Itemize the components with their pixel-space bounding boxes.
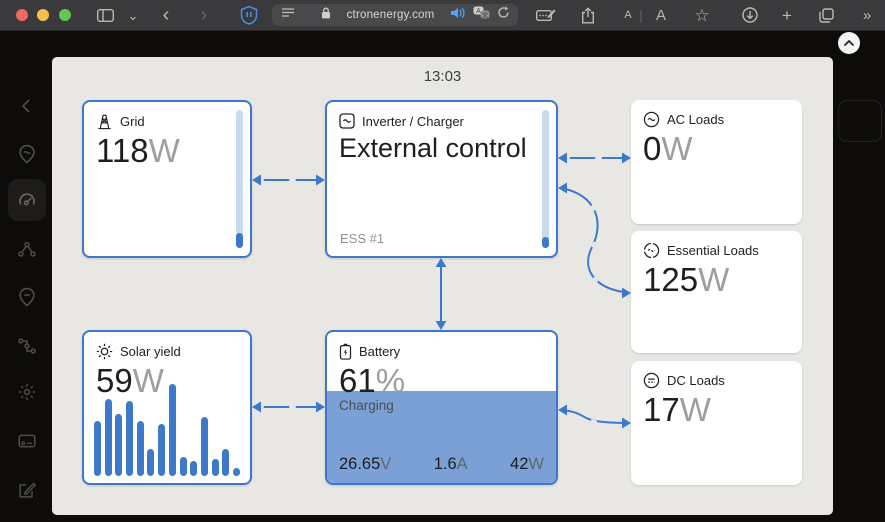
solar-bar xyxy=(190,461,197,476)
inverter-state: External control xyxy=(339,131,544,166)
tab-overview-icon[interactable] xyxy=(815,0,837,30)
sun-icon xyxy=(96,343,113,360)
sidebar-network-icon[interactable] xyxy=(17,336,37,356)
grid-label: Grid xyxy=(120,114,145,129)
inverter-level-gauge xyxy=(542,110,549,248)
dc-loads-icon xyxy=(643,372,660,389)
solar-bar xyxy=(105,399,112,476)
sidebar-dashboard-icon[interactable] xyxy=(17,190,37,210)
sidebar-settings-gear-icon[interactable] xyxy=(17,382,37,402)
solar-bar xyxy=(147,449,154,476)
solar-label: Solar yield xyxy=(120,344,181,359)
dc-loads-label: DC Loads xyxy=(667,373,725,388)
screen: ⌄ ‹ › ctronenergy.com A文 xyxy=(0,0,885,522)
close-window-button[interactable] xyxy=(16,9,28,21)
grid-level-gauge xyxy=(236,110,243,248)
sidebar-gps-pin-icon[interactable] xyxy=(17,287,37,307)
bookmark-star-icon[interactable]: ☆ xyxy=(692,0,712,30)
ac-loads-value: 0 xyxy=(643,130,661,167)
solar-yield-card[interactable]: Solar yield 59W xyxy=(82,330,252,485)
ac-loads-label: AC Loads xyxy=(667,112,724,127)
sidebar-toggle-icon[interactable] xyxy=(94,0,116,30)
sidebar-back-icon[interactable] xyxy=(17,96,37,116)
solar-bar xyxy=(212,459,219,476)
sidebar-device-icon[interactable] xyxy=(17,431,37,451)
decrease-font-button[interactable]: A xyxy=(620,0,636,30)
inverter-icon xyxy=(339,113,355,129)
reader-icon[interactable] xyxy=(281,6,295,24)
inverter-label: Inverter / Charger xyxy=(362,114,464,129)
essential-loads-card[interactable]: Essential Loads 125W xyxy=(631,231,802,353)
panel-time: 13:03 xyxy=(52,68,833,85)
solar-bar xyxy=(169,384,176,476)
lock-icon xyxy=(321,6,331,24)
sidebar-chevron-down-icon[interactable]: ⌄ xyxy=(125,0,141,30)
ac-loads-unit: W xyxy=(661,130,692,167)
svg-text:文: 文 xyxy=(482,10,489,19)
privacy-shield-icon[interactable] xyxy=(238,0,260,30)
grid-pylon-icon xyxy=(96,113,113,130)
inverter-sub-label: ESS #1 xyxy=(340,231,384,246)
increase-font-button[interactable]: A xyxy=(652,0,670,30)
audio-playing-icon[interactable] xyxy=(450,6,466,24)
forward-button[interactable]: › xyxy=(194,0,214,30)
solar-bar xyxy=(180,457,187,476)
battery-soc-value: 61 xyxy=(339,362,376,399)
solar-bar xyxy=(137,421,144,476)
ac-loads-card[interactable]: AC Loads 0W xyxy=(631,100,802,224)
grid-unit: W xyxy=(149,132,180,169)
solar-bar xyxy=(233,468,240,476)
translate-icon[interactable]: A文 xyxy=(473,6,490,24)
battery-power: 42W xyxy=(510,455,544,474)
solar-bar xyxy=(126,401,133,476)
essential-loads-value: 125 xyxy=(643,261,698,298)
url-text: ctronenergy.com xyxy=(331,9,450,21)
ac-loads-icon xyxy=(643,111,660,128)
browser-toolbar: ⌄ ‹ › ctronenergy.com A文 xyxy=(0,0,885,31)
back-button[interactable]: ‹ xyxy=(156,0,176,30)
battery-current: 1.6A xyxy=(434,455,468,474)
battery-card[interactable]: Charging Battery 61% 26.65V 1.6A 42W xyxy=(325,330,558,485)
address-bar[interactable]: ctronenergy.com A文 xyxy=(272,4,518,26)
share-icon[interactable] xyxy=(577,0,599,30)
dc-loads-unit: W xyxy=(680,391,711,428)
reload-icon[interactable] xyxy=(497,6,510,24)
sidebar-installation-pin-icon[interactable] xyxy=(17,144,37,164)
background-toggles-icon xyxy=(838,100,882,142)
essential-loads-label: Essential Loads xyxy=(667,243,759,258)
new-tab-button[interactable]: + xyxy=(778,0,796,30)
battery-icon xyxy=(339,343,352,360)
battery-stats-row: 26.65V 1.6A 42W xyxy=(339,455,544,474)
dc-loads-card[interactable]: DC Loads 17W xyxy=(631,361,802,485)
zoom-window-button[interactable] xyxy=(59,9,71,21)
inverter-charger-card[interactable]: Inverter / Charger External control ESS … xyxy=(325,100,558,258)
autofill-icon[interactable] xyxy=(533,0,559,30)
battery-state: Charging xyxy=(339,398,394,413)
sidebar-edit-note-icon[interactable] xyxy=(17,480,37,500)
downloads-icon[interactable] xyxy=(739,0,761,30)
svg-text:A: A xyxy=(476,8,481,15)
solar-bar xyxy=(115,414,122,476)
font-divider: | xyxy=(637,0,645,30)
solar-bar xyxy=(94,421,101,476)
essential-loads-icon xyxy=(643,242,660,259)
battery-voltage: 26.65V xyxy=(339,455,391,474)
solar-bar xyxy=(222,449,229,476)
essential-loads-unit: W xyxy=(698,261,729,298)
battery-soc-unit: % xyxy=(376,362,405,399)
dc-loads-value: 17 xyxy=(643,391,680,428)
sidebar-share-nodes-icon[interactable] xyxy=(17,239,37,259)
solar-bar xyxy=(158,424,165,476)
battery-label: Battery xyxy=(359,344,400,359)
more-tools-icon[interactable]: » xyxy=(856,0,878,30)
grid-value: 118 xyxy=(96,132,149,169)
collapse-panel-button[interactable] xyxy=(838,32,860,54)
minimize-window-button[interactable] xyxy=(37,9,49,21)
solar-chart xyxy=(94,384,240,476)
solar-bar xyxy=(201,417,208,476)
grid-card[interactable]: Grid 118W xyxy=(82,100,252,258)
